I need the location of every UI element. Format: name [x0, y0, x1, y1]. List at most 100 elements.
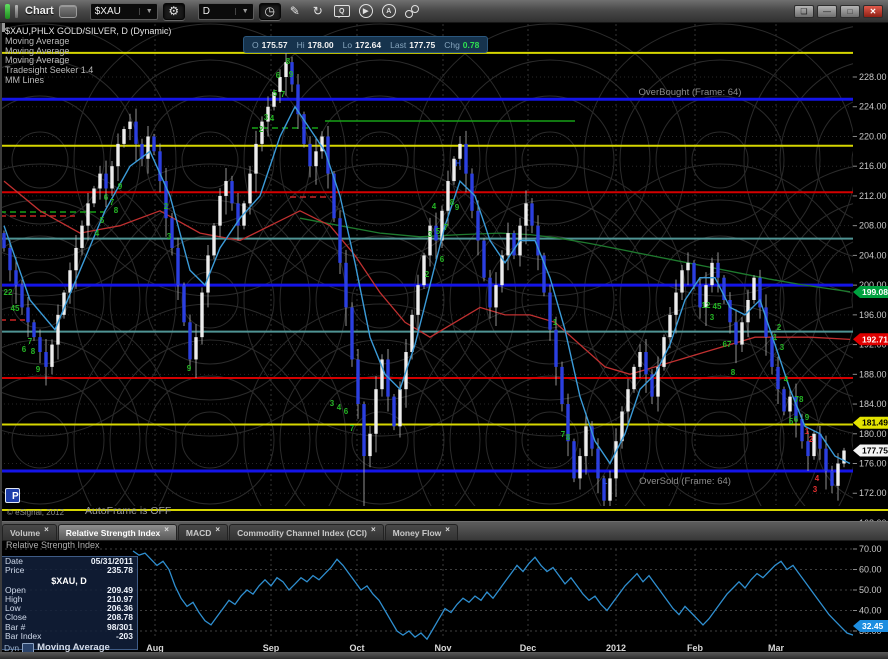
- tab-close-icon[interactable]: ×: [371, 525, 376, 534]
- minimize-button[interactable]: —: [817, 5, 837, 18]
- tab-close-icon[interactable]: ×: [164, 525, 169, 534]
- tab-close-icon[interactable]: ×: [44, 525, 49, 534]
- svg-text:OverBought (Frame: 64): OverBought (Frame: 64): [639, 87, 742, 98]
- chevron-down-icon[interactable]: ▼: [139, 8, 153, 15]
- svg-text:8: 8: [731, 368, 736, 377]
- svg-text:7: 7: [281, 90, 286, 99]
- quote-button[interactable]: Q: [332, 2, 352, 20]
- svg-text:176.00: 176.00: [859, 459, 887, 469]
- close-button[interactable]: ✕: [863, 5, 883, 18]
- svg-text:3: 3: [330, 399, 335, 408]
- svg-text:6: 6: [344, 407, 349, 416]
- time-template-button[interactable]: ◷: [259, 3, 281, 20]
- link-icon: [405, 5, 419, 17]
- clock-icon: ◷: [264, 4, 274, 18]
- svg-text:208.00: 208.00: [859, 221, 887, 231]
- replay-button[interactable]: ▶: [357, 2, 375, 20]
- svg-text:4: 4: [784, 375, 789, 384]
- link-button[interactable]: [403, 2, 421, 20]
- ma-green-line: [300, 218, 850, 292]
- svg-text:199.08: 199.08: [862, 287, 888, 297]
- svg-text:172.00: 172.00: [859, 488, 887, 498]
- svg-text:1: 1: [773, 333, 778, 342]
- svg-text:8: 8: [114, 206, 119, 215]
- tab-label: Money Flow: [393, 528, 442, 538]
- quote-bubble-icon: Q: [334, 5, 350, 17]
- svg-text:3: 3: [780, 343, 785, 352]
- tab-money-flow[interactable]: Money Flow×: [385, 524, 458, 540]
- maximize-button[interactable]: □: [840, 5, 860, 18]
- data-window-row: Bar Index-203: [1, 632, 137, 641]
- svg-text:204.00: 204.00: [859, 250, 887, 260]
- interval-input[interactable]: D ▼: [198, 3, 254, 20]
- window-titlebar: Chart $XAU ▼ ⚙ D ▼ ◷ ✎ ↻ Q ▶ A ❏ — □ ✕: [0, 0, 888, 23]
- svg-text:177.75: 177.75: [862, 446, 888, 456]
- rsi-panel-title: Relative Strength Index: [6, 540, 100, 550]
- tab-macd[interactable]: MACD×: [178, 524, 228, 540]
- window-title: Chart: [25, 5, 54, 17]
- svg-text:22: 22: [4, 288, 13, 297]
- tab-label: MACD: [186, 528, 212, 538]
- tab-label: Commodity Channel Index (CCI): [237, 528, 367, 538]
- svg-text:3: 3: [813, 485, 818, 494]
- svg-text:228.00: 228.00: [859, 72, 887, 82]
- svg-text:2: 2: [425, 270, 430, 279]
- svg-text:8: 8: [566, 433, 571, 442]
- svg-text:8: 8: [31, 347, 36, 356]
- drag-grip[interactable]: [15, 5, 18, 18]
- tab-close-icon[interactable]: ×: [445, 525, 450, 534]
- svg-text:OverSold (Frame: 64): OverSold (Frame: 64): [639, 476, 731, 487]
- svg-text:2: 2: [777, 323, 782, 332]
- auto-button[interactable]: A: [380, 2, 398, 20]
- svg-text:5: 5: [436, 227, 441, 236]
- svg-text:4: 4: [815, 474, 820, 483]
- svg-text:12: 12: [702, 301, 711, 310]
- svg-text:4: 4: [337, 403, 342, 412]
- refresh-icon: ↻: [313, 4, 323, 18]
- play-circle-icon: ▶: [359, 4, 373, 18]
- indicator-tabbar: Volume×Relative Strength Index×MACD×Comm…: [0, 521, 888, 541]
- interval-value: D: [203, 6, 210, 17]
- svg-text:4: 4: [432, 202, 437, 211]
- page-button[interactable]: P: [5, 488, 20, 503]
- svg-text:9: 9: [455, 203, 460, 212]
- layout-badge-icon: [59, 5, 77, 18]
- svg-text:184.00: 184.00: [859, 399, 887, 409]
- quote-item: Last177.75: [390, 40, 435, 50]
- autoframe-status: AutoFrame is OFF: [85, 505, 171, 517]
- window-bottom-edge[interactable]: [0, 652, 888, 659]
- popout-button[interactable]: ❏: [794, 5, 814, 18]
- svg-text:32.45: 32.45: [862, 621, 884, 631]
- svg-text:3: 3: [167, 232, 172, 241]
- svg-text:8: 8: [286, 57, 291, 66]
- svg-text:224.00: 224.00: [859, 102, 887, 112]
- symbol-settings-button[interactable]: ⚙: [163, 3, 185, 20]
- svg-text:67: 67: [723, 340, 732, 349]
- tab-volume[interactable]: Volume×: [2, 524, 57, 540]
- frame-labels: OverBought (Frame: 64) OverSold (Frame: 6…: [639, 87, 742, 487]
- svg-text:70.00: 70.00: [859, 544, 882, 554]
- tab-commodity-channel-index-cci-[interactable]: Commodity Channel Index (CCI) ×: [229, 524, 384, 540]
- svg-text:9: 9: [118, 182, 123, 191]
- chevron-down-icon[interactable]: ▼: [235, 8, 249, 15]
- quote-item: Lo172.64: [343, 40, 381, 50]
- svg-text:7: 7: [28, 337, 33, 346]
- quote-item: O175.57: [252, 40, 288, 50]
- svg-text:5: 5: [273, 89, 278, 98]
- svg-text:2: 2: [259, 125, 264, 134]
- tab-relative-strength-index[interactable]: Relative Strength Index×: [58, 524, 177, 540]
- svg-text:L: L: [603, 477, 608, 486]
- tab-close-icon[interactable]: ×: [215, 525, 220, 534]
- symbol-input[interactable]: $XAU ▼: [90, 3, 158, 20]
- data-window[interactable]: Date05/31/2011Price235.78$XAU, DOpen209.…: [0, 556, 138, 650]
- quote-item: Chg0.78: [444, 40, 479, 50]
- svg-text:216.00: 216.00: [859, 161, 887, 171]
- window-left-edge[interactable]: [0, 22, 2, 659]
- svg-text:1: 1: [553, 318, 558, 327]
- window-controls: ❏ — □ ✕: [794, 5, 883, 18]
- draw-button[interactable]: ✎: [286, 2, 304, 20]
- status-indicator: [5, 4, 10, 19]
- legend-line: MM Lines: [5, 76, 171, 86]
- reload-button[interactable]: ↻: [309, 2, 327, 20]
- data-window-row: Price235.78: [1, 566, 137, 575]
